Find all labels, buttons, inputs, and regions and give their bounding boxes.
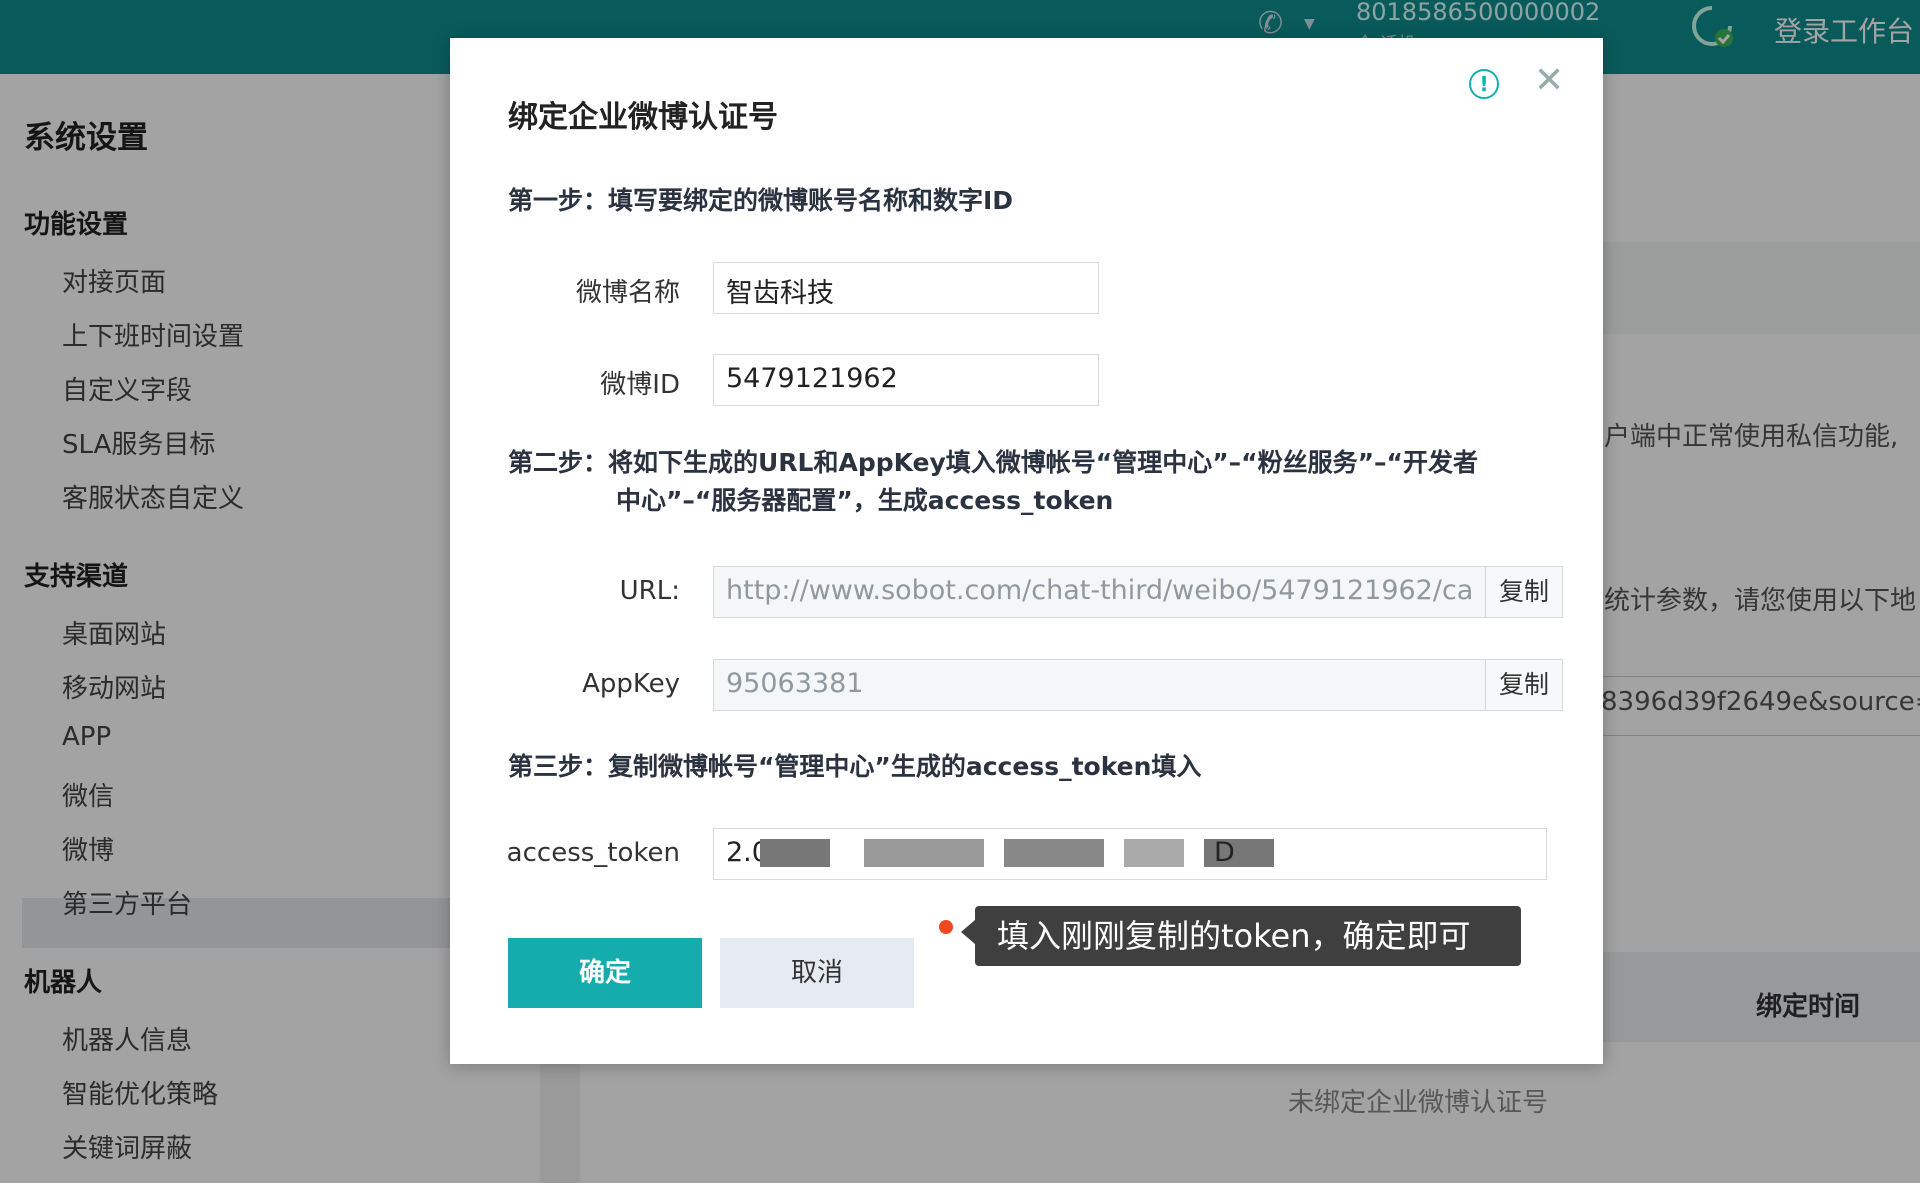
token-redacted (1124, 839, 1184, 867)
appkey-field[interactable]: 95063381 (713, 659, 1486, 711)
hint-tooltip: 填入刚刚复制的token，确定即可 (961, 906, 1521, 966)
url-label: URL: (619, 576, 680, 606)
token-redacted (1004, 839, 1104, 867)
weibo-id-input[interactable]: 5479121962 (713, 354, 1099, 406)
hint-dot (939, 920, 953, 934)
weibo-name-value: 智齿科技 (726, 278, 834, 309)
appkey-value: 95063381 (726, 668, 864, 699)
info-icon[interactable]: ! (1469, 69, 1499, 99)
confirm-button[interactable]: 确定 (508, 938, 702, 1008)
bind-weibo-dialog: 绑定企业微博认证号 ! ✕ 第一步：填写要绑定的微博账号名称和数字ID 微博名称… (450, 38, 1603, 1064)
copy-appkey-button[interactable]: 复制 (1485, 659, 1563, 711)
weibo-name-label: 微博名称 (575, 278, 680, 308)
access-token-input[interactable]: 2.0 D (713, 828, 1547, 880)
step2-line2: 中心”–“服务器配置”，生成access_token (616, 486, 1114, 515)
step2-text: 第二步：将如下生成的URL和AppKey填入微博帐号“管理中心”–“粉丝服务”–… (508, 444, 1548, 520)
token-suffix: D (1214, 837, 1235, 868)
url-field[interactable]: http://www.sobot.com/chat-third/weibo/54… (713, 566, 1486, 618)
token-redacted (864, 839, 984, 867)
url-value: http://www.sobot.com/chat-third/weibo/54… (726, 575, 1473, 606)
token-redacted (760, 839, 830, 867)
step1-text: 第一步：填写要绑定的微博账号名称和数字ID (508, 186, 1014, 215)
weibo-id-label: 微博ID (600, 370, 680, 400)
copy-url-button[interactable]: 复制 (1485, 566, 1563, 618)
weibo-name-input[interactable]: 智齿科技 (713, 262, 1099, 314)
close-icon[interactable]: ✕ (1534, 60, 1564, 101)
appkey-label: AppKey (582, 669, 680, 699)
access-token-label: access_token (506, 838, 680, 868)
step2-line1: 第二步：将如下生成的URL和AppKey填入微博帐号“管理中心”–“粉丝服务”–… (508, 448, 1478, 477)
dialog-title: 绑定企业微博认证号 (508, 100, 778, 135)
cancel-button[interactable]: 取消 (720, 938, 914, 1008)
step3-text: 第三步：复制微博帐号“管理中心”生成的access_token填入 (508, 752, 1202, 781)
weibo-id-value: 5479121962 (726, 363, 898, 394)
